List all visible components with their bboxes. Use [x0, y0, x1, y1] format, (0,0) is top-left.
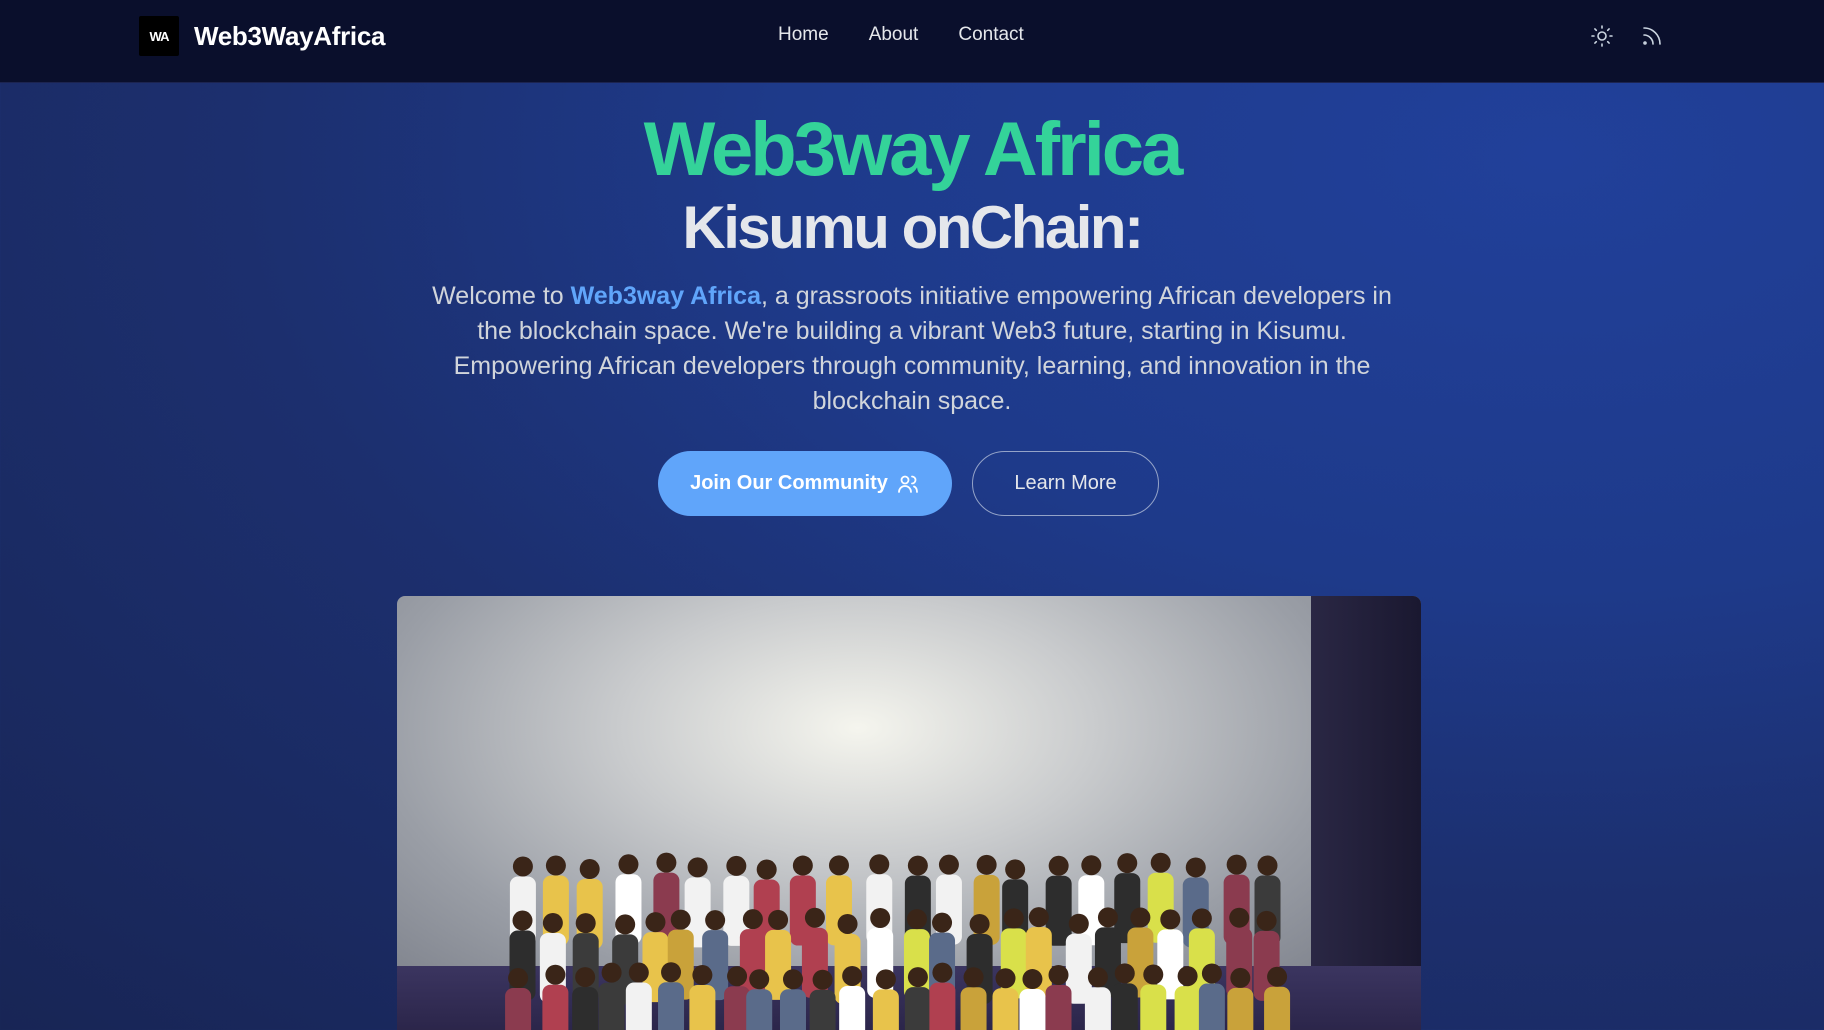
- brand-name: Web3WayAfrica: [194, 20, 386, 51]
- join-community-button[interactable]: Join Our Community: [658, 451, 952, 516]
- desc-prefix: Welcome to: [432, 282, 571, 310]
- nav-links: Home About Contact: [778, 24, 1064, 46]
- photo-curtain: [1311, 596, 1421, 1030]
- top-navbar: WA Web3WayAfrica Home About Contact: [0, 0, 1824, 83]
- sun-icon[interactable]: [1590, 24, 1614, 48]
- learn-more-label: Learn More: [1014, 472, 1117, 494]
- learn-more-button[interactable]: Learn More: [972, 451, 1159, 516]
- hero-subtitle: Kisumu onChain:: [682, 194, 1144, 261]
- brand-logo: WA: [139, 16, 179, 56]
- users-icon: [897, 475, 918, 493]
- nav-icons: [1590, 24, 1690, 48]
- brand[interactable]: WA Web3WayAfrica: [139, 16, 385, 56]
- nav-link-contact[interactable]: Contact: [958, 24, 1023, 46]
- rss-icon[interactable]: [1640, 24, 1664, 48]
- join-community-label: Join Our Community: [690, 472, 888, 494]
- nav-link-about[interactable]: About: [869, 24, 919, 46]
- hero-title: Web3way Africa: [643, 107, 1184, 192]
- crowd-illustration: [505, 852, 1291, 1030]
- community-photo: [397, 596, 1421, 1030]
- hero-description: Welcome to Web3way Africa, a grassroots …: [420, 279, 1404, 419]
- nav-link-home[interactable]: Home: [778, 24, 829, 46]
- desc-highlight: Web3way Africa: [570, 282, 761, 310]
